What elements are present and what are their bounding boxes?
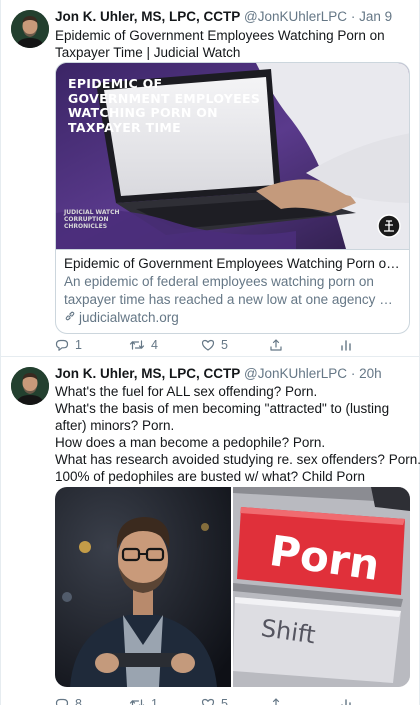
heart-icon bbox=[201, 697, 215, 705]
tweet-text-line: Taxpayer Time | Judicial Watch bbox=[55, 45, 241, 60]
tweet-text: Epidemic of Government Employees Watchin… bbox=[55, 27, 409, 61]
card-image-badge-line: CORRUPTION bbox=[64, 216, 109, 223]
share-button[interactable] bbox=[269, 697, 283, 705]
reply-count: 8 bbox=[75, 696, 82, 705]
tweet-body: Jon K. Uhler, MS, LPC, CCTP @JonKUhlerLP… bbox=[55, 365, 420, 705]
tweet[interactable]: Jon K. Uhler, MS, LPC, CCTP @JonKUhlerLP… bbox=[1, 358, 420, 705]
author-handle[interactable]: @JonKUhlerLPC bbox=[244, 366, 347, 381]
card-image-headline-line: EPIDEMIC OF bbox=[68, 76, 163, 91]
retweet-icon bbox=[129, 697, 145, 705]
tweet-text-line: Epidemic of Government Employees Watchin… bbox=[55, 28, 385, 43]
heart-icon bbox=[201, 338, 215, 352]
reply-button[interactable]: 1 bbox=[55, 337, 82, 354]
like-button[interactable]: 5 bbox=[201, 337, 228, 354]
like-count: 5 bbox=[221, 337, 228, 352]
tweet-actions: 8 1 5 bbox=[55, 695, 385, 705]
tweet-text-line: What's the fuel for ALL sex offending? P… bbox=[55, 384, 318, 399]
card-description-line: An epidemic of federal employees watchin… bbox=[64, 274, 374, 289]
share-icon bbox=[269, 697, 283, 705]
retweet-count: 4 bbox=[151, 337, 158, 352]
card-description: An epidemic of federal employees watchin… bbox=[64, 273, 401, 309]
card-description-line: taxpayer time has reached a new low at o… bbox=[64, 292, 401, 307]
card-image-headline-line: WATCHING PORN ON bbox=[68, 105, 218, 120]
like-button[interactable]: 5 bbox=[201, 696, 228, 705]
card-image-badge-line: CHRONICLES bbox=[64, 223, 108, 230]
retweet-count: 1 bbox=[151, 696, 158, 705]
link-icon bbox=[64, 309, 76, 327]
media-photo-keyboard[interactable]: Porn Shift bbox=[233, 487, 410, 687]
like-count: 5 bbox=[221, 696, 228, 705]
tweet-text: What's the fuel for ALL sex offending? P… bbox=[55, 383, 420, 485]
card-image-headline: EPIDEMIC OF GOVERNMENT EMPLOYEES WATCHIN… bbox=[68, 76, 261, 135]
avatar[interactable] bbox=[11, 10, 49, 48]
retweet-button[interactable]: 1 bbox=[129, 696, 158, 705]
author-name[interactable]: Jon K. Uhler, MS, LPC, CCTP bbox=[55, 366, 240, 381]
timeline: Jon K. Uhler, MS, LPC, CCTP @JonKUhlerLP… bbox=[0, 0, 420, 705]
separator-dot: · bbox=[350, 9, 356, 24]
tweet-header: Jon K. Uhler, MS, LPC, CCTP @JonKUhlerLP… bbox=[55, 365, 409, 383]
analytics-icon bbox=[339, 338, 353, 352]
avatar[interactable] bbox=[11, 367, 49, 405]
tweet[interactable]: Jon K. Uhler, MS, LPC, CCTP @JonKUhlerLP… bbox=[1, 0, 420, 357]
author-handle[interactable]: @JonKUhlerLPC bbox=[244, 9, 347, 24]
card-domain-text: judicialwatch.org bbox=[79, 310, 179, 325]
tweet-text-line: What's the basis of men becoming "attrac… bbox=[55, 401, 390, 416]
card-title: Epidemic of Government Employees Watchin… bbox=[64, 256, 401, 271]
analytics-button[interactable] bbox=[339, 338, 353, 352]
share-icon bbox=[269, 338, 283, 352]
tweet-text-line: How does a man become a pedophile? Porn. bbox=[55, 435, 326, 450]
retweet-button[interactable]: 4 bbox=[129, 337, 158, 354]
card-image-headline-line: GOVERNMENT EMPLOYEES bbox=[68, 90, 261, 106]
tweet-date[interactable]: 20h bbox=[359, 366, 382, 381]
analytics-icon bbox=[339, 697, 353, 705]
reply-count: 1 bbox=[75, 337, 82, 352]
reply-icon bbox=[55, 697, 69, 705]
tweet-header: Jon K. Uhler, MS, LPC, CCTP @JonKUhlerLP… bbox=[55, 8, 409, 26]
tweet-text-line: after) minors? Porn. bbox=[55, 418, 175, 433]
tweet-media[interactable]: Porn Shift bbox=[55, 487, 410, 687]
tweet-text-line: 100% of pedophiles are busted w/ what? C… bbox=[55, 469, 365, 484]
card-image-badge: JUDICIAL WATCH CORRUPTION CHRONICLES bbox=[64, 209, 120, 230]
tweet-body: Jon K. Uhler, MS, LPC, CCTP @JonKUhlerLP… bbox=[55, 8, 410, 352]
separator-dot: · bbox=[350, 366, 356, 381]
share-button[interactable] bbox=[269, 338, 283, 352]
card-image-badge-line: JUDICIAL WATCH bbox=[64, 209, 120, 216]
media-photo-man-tablet[interactable] bbox=[55, 487, 231, 687]
card-meta: Epidemic of Government Employees Watchin… bbox=[56, 249, 409, 333]
analytics-button[interactable] bbox=[339, 697, 353, 705]
retweet-icon bbox=[129, 338, 145, 352]
link-card[interactable]: EPIDEMIC OF GOVERNMENT EMPLOYEES WATCHIN… bbox=[55, 62, 410, 334]
tweet-actions: 1 4 5 bbox=[55, 336, 385, 354]
card-domain: judicialwatch.org bbox=[64, 309, 401, 327]
reply-icon bbox=[55, 338, 69, 352]
author-name[interactable]: Jon K. Uhler, MS, LPC, CCTP bbox=[55, 9, 240, 24]
tweet-date[interactable]: Jan 9 bbox=[359, 9, 392, 24]
reply-button[interactable]: 8 bbox=[55, 696, 82, 705]
tweet-text-line: What has research avoided studying re. s… bbox=[55, 452, 420, 467]
card-image-headline-line: TAXPAYER TIME bbox=[68, 119, 181, 135]
card-image: EPIDEMIC OF GOVERNMENT EMPLOYEES WATCHIN… bbox=[56, 63, 409, 249]
